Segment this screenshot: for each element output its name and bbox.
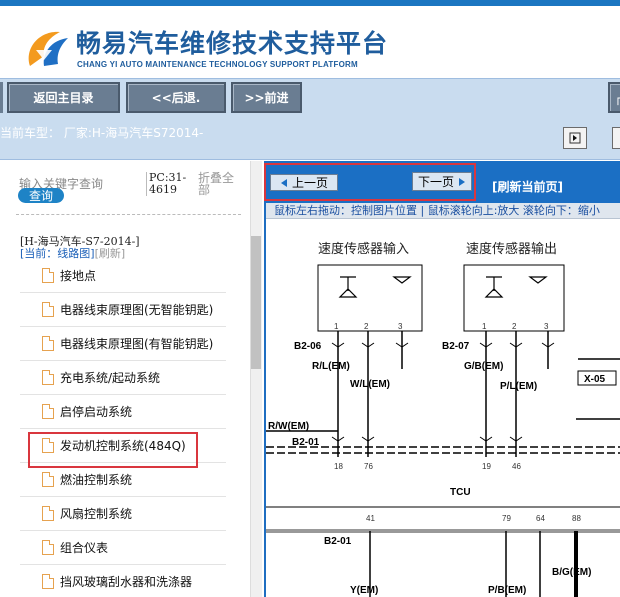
pin-number: 3	[544, 322, 549, 331]
pin-number: 18	[334, 462, 343, 471]
sensor-symbol	[338, 276, 548, 298]
arrow-right-icon	[569, 132, 581, 144]
home-button[interactable]: 返回主目录	[7, 82, 120, 113]
pin-number: 88	[572, 514, 581, 523]
wire-label: P/L(EM)	[500, 381, 537, 392]
diagram-header: 上一页 下一页 [刷新当前页]	[264, 161, 620, 203]
brand-title: 畅易汽车维修技术支持平台	[76, 29, 389, 58]
document-icon	[42, 438, 54, 453]
nav-item[interactable]: 电器线束原理图(无智能钥匙)	[20, 293, 226, 327]
nav-item-label: 挡风玻璃刮水器和洗涤器	[60, 575, 193, 589]
connector-label: B2-07	[442, 341, 470, 352]
nav-item-label: 风扇控制系统	[60, 507, 133, 521]
nav-item[interactable]: 启停启动系统	[20, 395, 226, 429]
wire-label: R/L(EM)	[312, 361, 350, 372]
connector-label: B2-06	[294, 341, 322, 352]
document-icon	[42, 336, 54, 351]
toolbar-extra-button[interactable]: ┌	[608, 82, 620, 113]
document-icon	[42, 472, 54, 487]
vehicle-info-bar: 当前车型： 厂家:H-海马汽车S72014-	[0, 118, 620, 160]
nav-item[interactable]: 电器线束原理图(有智能钥匙)	[20, 327, 226, 361]
pin-number: 3	[398, 322, 403, 331]
pin-number: 46	[512, 462, 521, 471]
diagram-panel: 上一页 下一页 [刷新当前页] 鼠标左右拖动：控制图片位置 | 鼠标滚轮向上:放…	[264, 161, 620, 597]
toolbar-edge	[0, 82, 3, 113]
sidebar-scrollbar-thumb[interactable]	[251, 236, 261, 369]
connector-label: B2-01	[292, 437, 320, 448]
document-icon	[42, 404, 54, 419]
document-icon	[42, 506, 54, 521]
nav-item[interactable]: 燃油控制系统	[20, 463, 226, 497]
wiring-diagram-svg[interactable]: 速度传感器输入 速度传感器输出 1 2 3 1 2 3 B2-06 B2-07 …	[266, 219, 620, 597]
search-button[interactable]: 查询	[18, 188, 64, 203]
nav-item-label: 燃油控制系统	[60, 473, 133, 487]
pin-number: 41	[366, 514, 375, 523]
document-icon	[42, 268, 54, 283]
connector-label: B2-01	[324, 536, 352, 547]
pin-number: 1	[482, 322, 487, 331]
nav-item-label: 发动机控制系统(484Q)	[60, 439, 186, 453]
nav-item-label: 充电系统/起动系统	[60, 371, 161, 385]
pc-code-label: PC:31- 4619	[146, 172, 186, 196]
nav-item-label: 组合仪表	[60, 541, 109, 555]
current-vehicle-label: 当前车型： 厂家:H-海马汽车S72014-	[0, 126, 204, 140]
back-button[interactable]: <<后退.	[126, 82, 226, 113]
nav-item[interactable]: 发动机控制系统(484Q)	[20, 429, 226, 468]
nav-list: 接地点电器线束原理图(无智能钥匙) 电器线束原理图(有智能钥匙) 充电系统/起动系统…	[20, 259, 226, 597]
connector-marks	[331, 342, 555, 442]
nav-item-label: 电器线束原理图(有智能钥匙)	[60, 337, 214, 351]
nav-item-label: 电器线束原理图(无智能钥匙)	[60, 303, 214, 317]
connector-label: X-05	[584, 374, 606, 385]
wire-label: W/L(EM)	[350, 379, 390, 390]
nav-item[interactable]: 组合仪表	[20, 531, 226, 565]
lower-wires	[369, 531, 578, 597]
sidebar-scrollbar[interactable]	[250, 161, 262, 597]
nav-item[interactable]: 挡风玻璃刮水器和洗涤器	[20, 565, 226, 597]
wire-label: Y(EM)	[350, 585, 378, 596]
forward-button[interactable]: >>前进	[231, 82, 302, 113]
document-icon	[42, 302, 54, 317]
pin-number: 19	[482, 462, 491, 471]
pin-number: 76	[364, 462, 373, 471]
document-icon	[42, 540, 54, 555]
diagram-label: 速度传感器输出	[466, 241, 557, 257]
wiring-diagram[interactable]: 速度传感器输入 速度传感器输出 1 2 3 1 2 3 B2-06 B2-07 …	[266, 219, 620, 597]
nav-item[interactable]: 接地点	[20, 259, 226, 293]
logo-icon	[28, 31, 68, 66]
nav-item[interactable]: 风扇控制系统	[20, 497, 226, 531]
refresh-page-link[interactable]: [刷新当前页]	[492, 178, 563, 195]
wire-label: R/W(EM)	[268, 421, 309, 432]
collapse-all-link[interactable]: 折叠全 部	[198, 172, 234, 196]
app-header: 畅易汽车维修技术支持平台 CHANG YI AUTO MAINTENANCE T…	[0, 0, 620, 78]
nav-item[interactable]: 充电系统/起动系统	[20, 361, 226, 395]
module-label: TCU	[450, 487, 471, 498]
diagram-label: 速度传感器输入	[318, 241, 409, 257]
document-icon	[42, 370, 54, 385]
pin-number: 1	[334, 322, 339, 331]
pin-number: 2	[364, 322, 369, 331]
usage-hint: 鼠标左右拖动：控制图片位置 | 鼠标滚轮向上:放大 滚轮向下：缩小	[266, 203, 620, 219]
panel-edge-button[interactable]	[612, 127, 620, 149]
nav-item-label: 接地点	[60, 269, 97, 283]
pin-number: 79	[502, 514, 511, 523]
toolbar: 返回主目录 <<后退. >>前进 ┌	[0, 78, 620, 118]
wire-label: B/G(EM)	[552, 567, 591, 578]
collapse-panel-button[interactable]	[563, 127, 587, 149]
sidebar: 输入关键字查询 查询 PC:31- 4619 折叠全 部 [H-海马汽车-S7-…	[0, 161, 262, 597]
pin-number: 2	[512, 322, 517, 331]
brand-subtitle: CHANG YI AUTO MAINTENANCE TECHNOLOGY SUP…	[77, 60, 358, 69]
nav-item-label: 启停启动系统	[60, 405, 133, 419]
document-icon	[42, 574, 54, 589]
pin-number: 64	[536, 514, 545, 523]
nav-highlight-box	[264, 163, 476, 201]
sidebar-divider	[16, 214, 241, 215]
wire-label: P/B(EM)	[488, 585, 526, 596]
wire-label: G/B(EM)	[464, 361, 503, 372]
